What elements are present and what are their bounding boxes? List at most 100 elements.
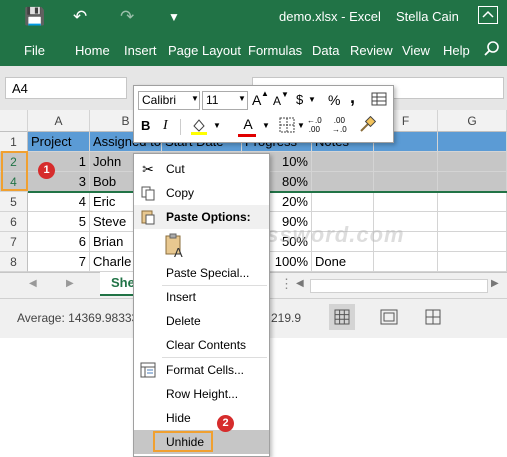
tab-review[interactable]: Review (350, 43, 393, 58)
font-color-button[interactable]: A (241, 115, 255, 133)
tab-insert[interactable]: Insert (124, 43, 157, 58)
ribbon-tabs: File Home Insert Page Layout Formulas Da… (0, 34, 507, 66)
menu-item-paste-special[interactable]: Paste Special... (134, 261, 269, 285)
window-title: demo.xlsx - Excel (279, 9, 381, 24)
menu-item-hide[interactable]: Hide (134, 406, 269, 430)
table-cell[interactable]: Done (312, 252, 374, 272)
tab-page-layout[interactable]: Page Layout (168, 43, 241, 58)
scroll-left-icon[interactable]: ◀ (296, 278, 304, 289)
menu-item-unhide[interactable]: Unhide (134, 430, 269, 454)
font-color-swatch (238, 134, 256, 137)
decrease-decimal-button[interactable]: .00 →.0 (332, 116, 347, 134)
tab-view[interactable]: View (402, 43, 430, 58)
ribbon-display-options-icon[interactable] (478, 6, 498, 24)
name-box[interactable]: A4 (5, 77, 127, 99)
paste-option-button[interactable]: A (134, 229, 269, 261)
table-cell[interactable] (374, 172, 438, 192)
tab-formulas[interactable]: Formulas (248, 43, 302, 58)
table-cell[interactable]: 6 (28, 232, 90, 252)
table-cell[interactable]: 3 (28, 172, 90, 192)
borders-icon[interactable] (279, 117, 295, 136)
select-all-corner[interactable] (0, 110, 28, 132)
row-header[interactable]: 6 (0, 212, 28, 232)
menu-item-copy[interactable]: Copy (134, 181, 269, 205)
row-header[interactable]: 7 (0, 232, 28, 252)
borders-dropdown-icon[interactable]: ▼ (297, 121, 305, 130)
save-icon[interactable]: 💾 (24, 7, 45, 27)
table-cell[interactable] (374, 152, 438, 172)
fill-color-dropdown-icon[interactable]: ▼ (213, 121, 221, 130)
table-cell[interactable] (438, 152, 507, 172)
menu-item-label: Copy (166, 186, 195, 200)
row-header[interactable]: 1 (0, 132, 28, 152)
increase-decimal-button[interactable]: ←.0 .00 (307, 116, 322, 134)
scroll-sheets-right-icon[interactable]: ▶ (66, 278, 74, 289)
menu-item-cut[interactable]: ✂ Cut (134, 157, 269, 181)
search-icon[interactable] (483, 40, 501, 61)
column-header-g[interactable]: G (438, 110, 507, 132)
menu-item-label: Unhide (166, 435, 205, 449)
currency-dropdown-icon[interactable]: ▼ (308, 95, 316, 104)
table-cell[interactable] (438, 212, 507, 232)
header-cell[interactable] (438, 132, 507, 152)
toolbar-divider (180, 119, 181, 135)
format-painter-icon[interactable] (358, 115, 377, 137)
menu-item-insert[interactable]: Insert (134, 285, 269, 309)
table-cell[interactable] (438, 252, 507, 272)
undo-icon[interactable]: ↶ (73, 7, 87, 27)
table-cell[interactable] (438, 192, 507, 212)
menu-item-delete[interactable]: Delete (134, 309, 269, 333)
page-break-view-icon[interactable] (420, 304, 446, 330)
tab-data[interactable]: Data (312, 43, 339, 58)
row-header[interactable]: 8 (0, 252, 28, 272)
table-cell[interactable] (374, 192, 438, 212)
currency-button[interactable]: $ (296, 91, 303, 109)
column-header-a[interactable]: A (28, 110, 90, 132)
table-cell[interactable] (438, 172, 507, 192)
font-color-dropdown-icon[interactable]: ▼ (262, 121, 270, 130)
tab-file[interactable]: File (24, 43, 45, 58)
mini-toolbar: Calibri ▼ 11 ▼ A ▲ A ▼ $ ▼ % , B I ▼ A ▼… (133, 85, 394, 143)
fill-color-icon[interactable] (190, 116, 208, 139)
customize-qat-icon[interactable]: ▼ (168, 7, 180, 27)
table-cell[interactable] (312, 152, 374, 172)
table-cell[interactable]: 7 (28, 252, 90, 272)
context-menu: ✂ Cut Copy Paste Options: A Paste Specia… (133, 153, 270, 457)
user-name[interactable]: Stella Cain (396, 9, 459, 24)
status-sum: 219.9 (271, 311, 302, 325)
tab-home[interactable]: Home (75, 43, 110, 58)
tab-split-handle[interactable]: ⋮ (280, 276, 293, 292)
font-name-dropdown-icon[interactable]: ▼ (191, 94, 199, 103)
font-size-dropdown-icon[interactable]: ▼ (238, 94, 246, 103)
tab-help[interactable]: Help (443, 43, 470, 58)
grow-font-button[interactable]: A (252, 91, 261, 109)
percent-button[interactable]: % (328, 91, 340, 109)
comma-button[interactable]: , (350, 88, 355, 106)
normal-view-icon[interactable] (329, 304, 355, 330)
format-table-icon[interactable] (371, 91, 387, 110)
menu-item-label: Delete (166, 314, 201, 328)
table-cell[interactable] (312, 192, 374, 212)
header-cell[interactable]: Project (28, 132, 90, 152)
italic-button[interactable]: I (163, 117, 168, 135)
table-cell[interactable]: 5 (28, 212, 90, 232)
row-header[interactable]: 5 (0, 192, 28, 212)
table-cell[interactable]: 4 (28, 192, 90, 212)
menu-item-label: Paste Special... (166, 266, 250, 280)
menu-item-label: Cut (166, 162, 185, 176)
menu-item-row-height[interactable]: Row Height... (134, 382, 269, 406)
shrink-font-button[interactable]: A (273, 92, 281, 110)
step-2-badge: 2 (217, 415, 234, 432)
table-cell[interactable] (438, 232, 507, 252)
status-average: Average: 14369.98333 (17, 311, 139, 325)
menu-item-clear-contents[interactable]: Clear Contents (134, 333, 269, 357)
redo-icon[interactable]: ↷ (120, 7, 134, 27)
scroll-right-icon[interactable]: ▶ (491, 278, 499, 289)
horizontal-scrollbar[interactable] (310, 279, 488, 293)
table-cell[interactable] (312, 172, 374, 192)
page-layout-view-icon[interactable] (376, 304, 402, 330)
menu-item-format-cells[interactable]: Format Cells... (134, 358, 269, 382)
scroll-sheets-left-icon[interactable]: ◀ (29, 278, 37, 289)
bold-button[interactable]: B (141, 117, 150, 135)
table-cell[interactable] (374, 252, 438, 272)
